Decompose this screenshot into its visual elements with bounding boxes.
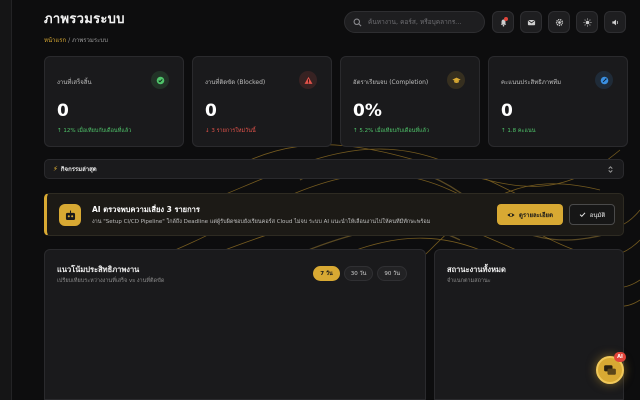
- panel-title: สถานะงานทั้งหมด: [447, 265, 506, 274]
- left-sidebar-rail: [0, 0, 12, 400]
- panel-subtitle: จำแนกตามสถานะ: [447, 278, 491, 284]
- settings-button[interactable]: [548, 11, 570, 33]
- ai-risk-alert: AI ตรวจพบความเสี่ยง 3 รายการ งาน "Setup …: [44, 193, 624, 236]
- kpi-card-completion-rate[interactable]: อัตราเรียนจบ (Completion) 0% ↑ 5.2% เมื่…: [340, 56, 480, 147]
- breadcrumb-current: ภาพรวมระบบ: [72, 37, 108, 44]
- task-status-panel: สถานะงานทั้งหมด จำแนกตามสถานะ: [434, 249, 624, 400]
- sound-button[interactable]: [604, 11, 626, 33]
- page-title: ภาพรวมระบบ: [44, 12, 125, 27]
- range-tabs: 7 วัน 30 วัน 90 วัน: [313, 266, 407, 281]
- theme-toggle-button[interactable]: [576, 11, 598, 33]
- kpi-card-trend: ↑ 5.2% เมื่อเทียบกับเดือนที่แล้ว: [353, 128, 430, 134]
- check-circle-icon: [151, 71, 169, 89]
- panel-title: แนวโน้มประสิทธิภาพงาน: [57, 265, 140, 274]
- check-icon: [579, 212, 586, 218]
- search-placeholder: ค้นหางาน, คอร์ส, หรือบุคลากร...: [368, 18, 462, 26]
- performance-trend-panel: แนวโน้มประสิทธิภาพงาน เปรียบเทียบระหว่าง…: [44, 249, 426, 400]
- kpi-card-blocked[interactable]: งานที่ติดขัด (Blocked) 0 ↓ 3 รายการใหม่ว…: [192, 56, 332, 147]
- kpi-card-value: 0: [205, 101, 217, 121]
- kpi-card-title: งานที่ติดขัด (Blocked): [205, 79, 266, 86]
- recent-activity-label: กิจกรรมล่าสุด: [60, 166, 97, 173]
- view-details-button[interactable]: ดูรายละเอียด: [497, 204, 563, 225]
- view-details-label: ดูรายละเอียด: [519, 211, 553, 219]
- notifications-button[interactable]: [492, 11, 514, 33]
- expand-collapse-icon[interactable]: [606, 165, 615, 174]
- notification-dot: [504, 17, 508, 21]
- kpi-card-completed[interactable]: งานที่เสร็จสิ้น 0 ↑ 12% เมื่อเทียบกับเดื…: [44, 56, 184, 147]
- search-input[interactable]: ค้นหางาน, คอร์ส, หรือบุคลากร...: [344, 11, 485, 33]
- info-icon: [595, 71, 613, 89]
- page-header: ภาพรวมระบบ หน้าแรก / ภาพรวมระบบ: [44, 8, 125, 45]
- ai-badge: AI: [614, 352, 626, 362]
- kpi-card-trend: ↑ 1.8 คะแนน: [501, 128, 536, 134]
- sun-icon: [583, 18, 591, 26]
- lightning-icon: ⚡: [53, 165, 58, 173]
- kpi-card-title: งานที่เสร็จสิ้น: [57, 79, 92, 86]
- warning-icon: [299, 71, 317, 89]
- panel-subtitle: เปรียบเทียบระหว่างงานที่เสร็จ vs งานที่ต…: [57, 278, 165, 284]
- ai-alert-title: AI ตรวจพบความเสี่ยง 3 รายการ: [92, 205, 200, 214]
- graduation-cap-icon: [447, 71, 465, 89]
- kpi-card-team-score[interactable]: คะแนนประสิทธิภาพทีม 0 ↑ 1.8 คะแนน: [488, 56, 628, 147]
- range-tab-7d[interactable]: 7 วัน: [313, 266, 340, 281]
- gear-icon: [555, 18, 563, 26]
- kpi-card-value: 0: [501, 101, 513, 121]
- approve-label: อนุมัติ: [589, 211, 606, 219]
- kpi-card-value: 0: [57, 101, 69, 121]
- kpi-card-trend: ↓ 3 รายการใหม่วันนี้: [205, 128, 256, 134]
- recent-activity-bar[interactable]: ⚡ กิจกรรมล่าสุด: [44, 159, 624, 179]
- speaker-icon: [611, 19, 618, 25]
- range-tab-90d[interactable]: 90 วัน: [377, 266, 407, 281]
- mail-icon: [527, 19, 535, 25]
- eye-icon: [507, 212, 515, 217]
- robot-icon: [59, 204, 81, 226]
- kpi-card-title: คะแนนประสิทธิภาพทีม: [501, 79, 562, 86]
- kpi-card-value: 0%: [353, 101, 382, 121]
- search-icon: [353, 18, 362, 26]
- chat-icon: [604, 365, 616, 375]
- ai-alert-description: งาน "Setup CI/CD Pipeline" ใกล้ถึง Deadl…: [92, 219, 431, 225]
- messages-button[interactable]: [520, 11, 542, 33]
- kpi-card-trend: ↑ 12% เมื่อเทียบกับเดือนที่แล้ว: [57, 128, 132, 134]
- breadcrumb-home-link[interactable]: หน้าแรก: [44, 37, 66, 44]
- breadcrumb: หน้าแรก / ภาพรวมระบบ: [44, 35, 125, 45]
- range-tab-30d[interactable]: 30 วัน: [343, 266, 374, 281]
- approve-button[interactable]: อนุมัติ: [569, 204, 615, 225]
- kpi-card-title: อัตราเรียนจบ (Completion): [353, 79, 429, 86]
